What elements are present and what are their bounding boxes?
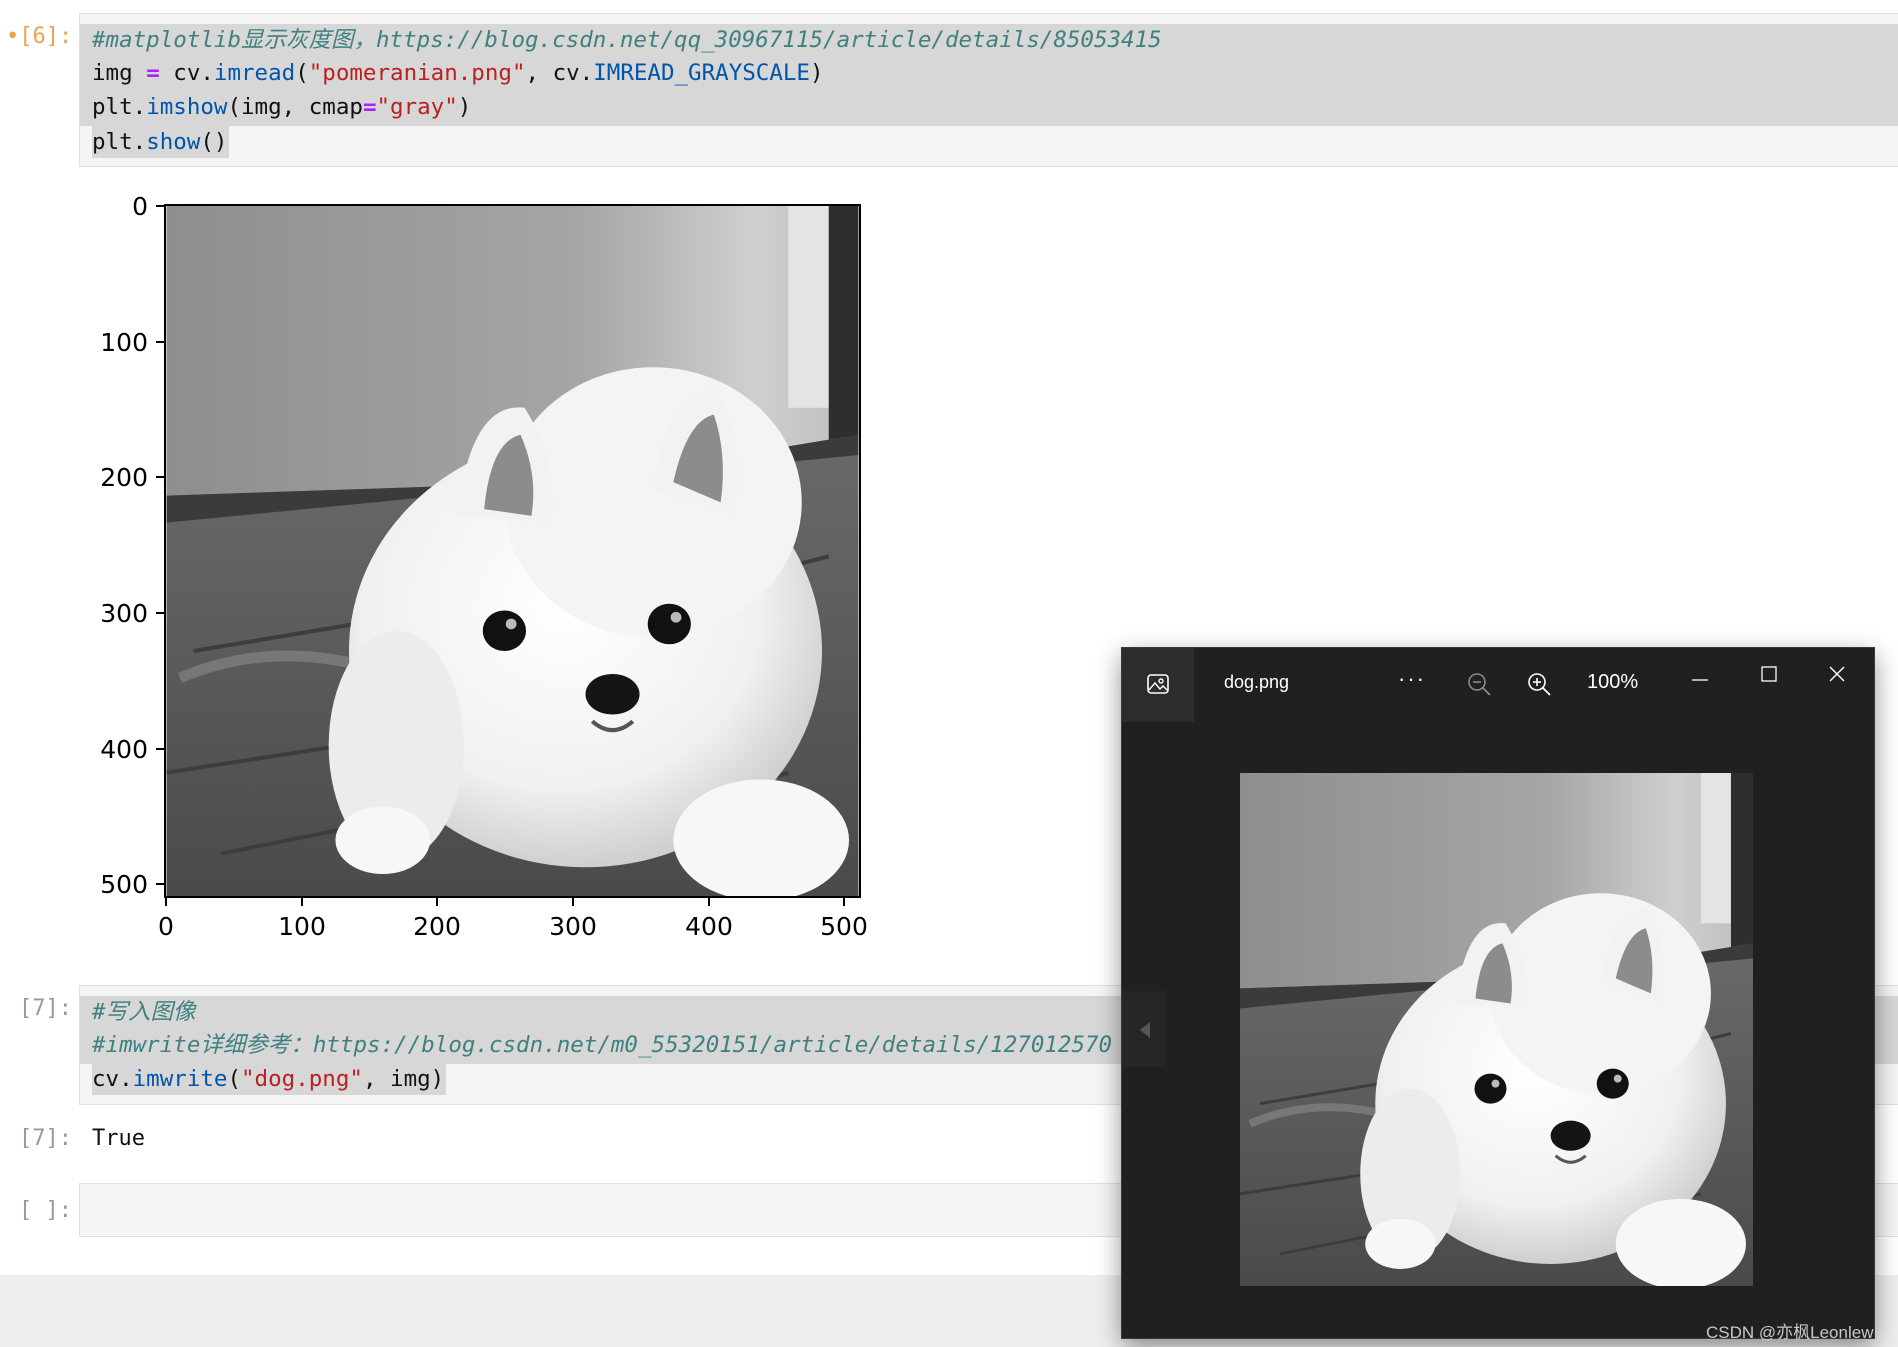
cell-7-comment-line-2: #imwrite详细参考：https://blog.csdn.net/m0_55… [92,1032,1113,1058]
x-axis-ticks [165,897,845,906]
y-axis-ticks [156,205,165,885]
cell-6-input[interactable]: #matplotlib显示灰度图，https://blog.csdn.net/q… [79,13,1898,167]
cell-7-output: True [92,1126,145,1151]
cell-7-line-3: cv.imwrite("dog.png", img) [92,1063,447,1095]
x-tick-label: 0 [158,912,174,941]
empty-cell-prompt: [ ]: [19,1198,72,1223]
close-icon[interactable] [1827,664,1847,684]
grayscale-dog-image [167,205,859,901]
cell-6-line-3: plt.imshow(img, cmap="gray") [92,94,472,120]
viewer-dog-image [1240,773,1753,1286]
zoom-in-icon[interactable] [1527,672,1553,698]
gallery-button[interactable] [1122,648,1194,722]
x-tick-label: 300 [549,912,597,941]
photo-viewer-window[interactable]: dog.png ··· 100% [1122,648,1874,1338]
y-tick-label: 200 [100,463,148,492]
cell-7-comment-line-1: #写入图像 [92,999,196,1025]
cell-7-prompt: [7]: [19,996,72,1021]
x-tick-label: 200 [413,912,461,941]
x-tick-label: 100 [278,912,326,941]
chevron-left-icon [1140,1022,1150,1038]
previous-image-button[interactable] [1122,991,1166,1067]
y-tick-label: 300 [100,599,148,628]
minimize-icon[interactable] [1690,670,1710,690]
zoom-level: 100% [1587,671,1639,693]
viewer-file-title: dog.png [1224,672,1290,692]
cell-6-line-4: plt.show() [92,126,230,158]
cell-6-comment-line: #matplotlib显示灰度图，https://blog.csdn.net/q… [92,27,1162,53]
cell-7-output-prompt: [7]: [19,1126,72,1151]
x-tick-label: 500 [820,912,868,941]
maximize-icon[interactable] [1759,664,1779,684]
cell-6-line-2: img = cv.imread("pomeranian.png", cv.IMR… [92,60,824,86]
y-tick-label: 0 [132,192,148,221]
cell-6-prompt: •[6]: [6,24,73,49]
csdn-watermark: CSDN @亦枫Leonlew [1706,1323,1874,1342]
more-options-button[interactable]: ··· [1398,666,1426,692]
viewer-titlebar[interactable]: dog.png ··· 100% [1122,648,1874,722]
x-tick-label: 400 [685,912,733,941]
y-tick-label: 400 [100,735,148,764]
imshow-plot: 0 100 200 300 400 500 0 100 200 300 400 … [100,192,868,941]
y-tick-label: 100 [100,328,148,357]
zoom-out-icon[interactable] [1467,672,1493,698]
gallery-icon [1147,674,1169,694]
y-tick-label: 500 [100,870,148,899]
